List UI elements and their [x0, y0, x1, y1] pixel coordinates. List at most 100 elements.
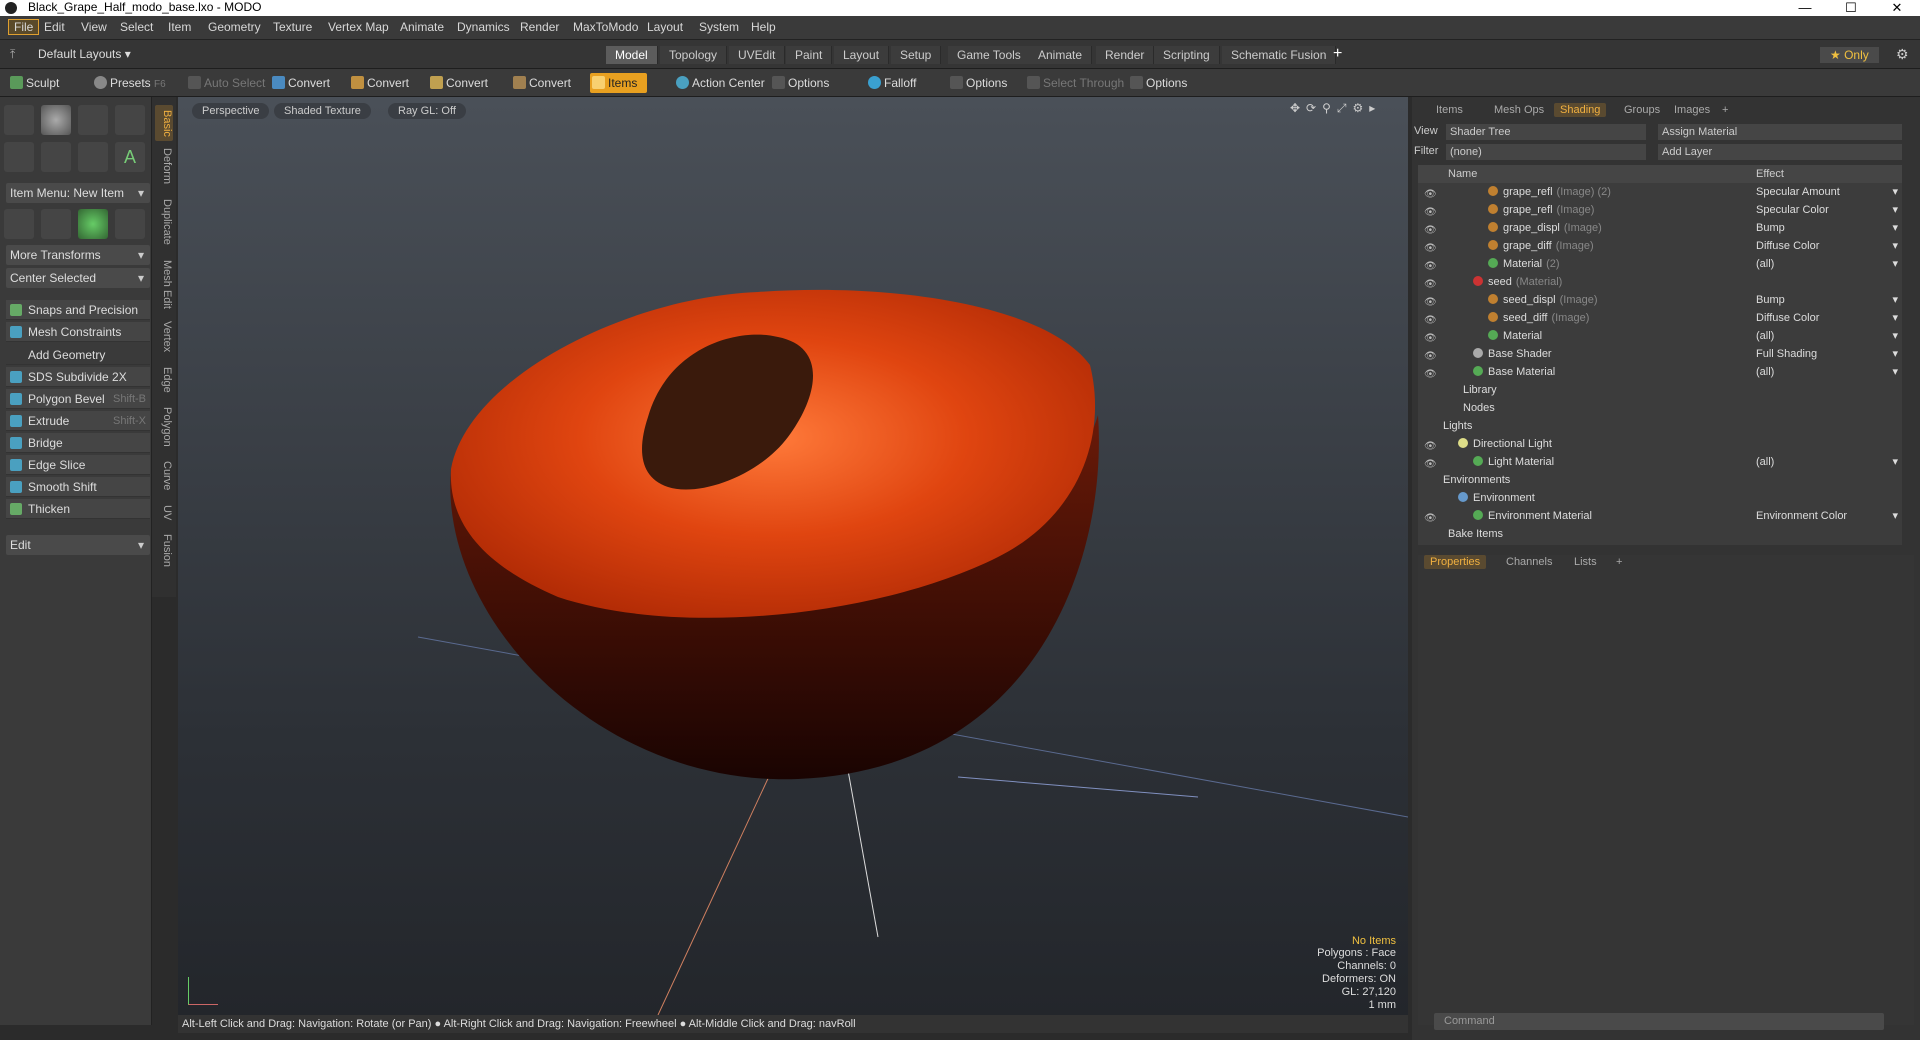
- vtab-uv[interactable]: UV: [155, 501, 173, 525]
- vtab-deform[interactable]: Deform: [155, 145, 173, 187]
- menu-render[interactable]: Render: [520, 20, 559, 34]
- gear-icon[interactable]: ⚙: [1896, 46, 1909, 63]
- command-input[interactable]: Command: [1434, 1013, 1884, 1030]
- tab-scripting[interactable]: Scripting: [1154, 46, 1220, 64]
- tool-extrude[interactable]: Extrude Shift-X: [6, 411, 150, 431]
- pen-icon[interactable]: [78, 142, 108, 172]
- assign-material-button[interactable]: Assign Material: [1658, 124, 1902, 140]
- visibility-eye-icon[interactable]: 👁: [1424, 456, 1437, 470]
- visibility-eye-icon[interactable]: 👁: [1424, 294, 1437, 308]
- tree-row-effect[interactable]: (all): [1754, 453, 1902, 471]
- visibility-eye-icon[interactable]: 👁: [1424, 276, 1437, 290]
- pyramid-icon[interactable]: [115, 209, 145, 239]
- 3d-viewport[interactable]: Perspective Shaded Texture Ray GL: Off ✥…: [178, 97, 1408, 1015]
- tab-items[interactable]: Items: [1430, 103, 1469, 117]
- vtab-vertex[interactable]: Vertex: [155, 317, 173, 357]
- tree-row[interactable]: Library: [1418, 381, 1902, 399]
- select-through-button[interactable]: Select Through: [1025, 73, 1124, 93]
- cylinder-icon[interactable]: [78, 105, 108, 135]
- mesh-constraints-button[interactable]: Mesh Constraints: [6, 322, 150, 342]
- tube-icon[interactable]: [41, 142, 71, 172]
- visibility-eye-icon[interactable]: 👁: [1424, 186, 1437, 200]
- visibility-eye-icon[interactable]: 👁: [1424, 312, 1437, 326]
- menu-layout[interactable]: Layout: [647, 20, 683, 34]
- tree-row[interactable]: 👁 grape_refl (Image) Specular Color: [1418, 201, 1902, 219]
- cone-icon[interactable]: [115, 105, 145, 135]
- visibility-eye-icon[interactable]: 👁: [1424, 330, 1437, 344]
- visibility-eye-icon[interactable]: 👁: [1424, 240, 1437, 254]
- minimize-button[interactable]: —: [1790, 0, 1820, 15]
- item-menu-dropdown[interactable]: Item Menu: New Item: [6, 183, 150, 203]
- center-selected-dropdown[interactable]: Center Selected: [6, 268, 150, 288]
- vtab-basic[interactable]: Basic: [155, 105, 173, 141]
- tab-images[interactable]: Images: [1668, 103, 1716, 117]
- tree-row-effect[interactable]: Environment Color: [1754, 507, 1902, 525]
- visibility-eye-icon[interactable]: 👁: [1424, 438, 1437, 452]
- menu-file[interactable]: File: [8, 19, 40, 35]
- options-button-1[interactable]: Options: [770, 73, 829, 93]
- filter-dropdown[interactable]: (none): [1446, 144, 1646, 160]
- layout-preset-dropdown[interactable]: Default Layouts ▾: [38, 47, 131, 61]
- menu-dynamics[interactable]: Dynamics: [457, 20, 510, 34]
- menu-maxtomodo[interactable]: MaxToModo: [573, 20, 638, 34]
- menu-help[interactable]: Help: [751, 20, 776, 34]
- tab-mesh-ops[interactable]: Mesh Ops: [1488, 103, 1550, 117]
- close-button[interactable]: ✕: [1882, 0, 1912, 15]
- tree-row[interactable]: Nodes: [1418, 399, 1902, 417]
- menu-system[interactable]: System: [699, 20, 739, 34]
- vtab-curve[interactable]: Curve: [155, 457, 173, 495]
- menu-animate[interactable]: Animate: [400, 20, 444, 34]
- convert-item-button[interactable]: Convert: [511, 73, 571, 93]
- tree-row[interactable]: 👁 grape_diff (Image) Diffuse Color: [1418, 237, 1902, 255]
- tree-row-effect[interactable]: Specular Color: [1754, 201, 1902, 219]
- tool-smooth-shift[interactable]: Smooth Shift: [6, 477, 150, 497]
- visibility-eye-icon[interactable]: 👁: [1424, 204, 1437, 218]
- tree-row[interactable]: Lights: [1418, 417, 1902, 435]
- cube-icon[interactable]: [4, 105, 34, 135]
- tool-bridge[interactable]: Bridge: [6, 433, 150, 453]
- tree-row[interactable]: 👁 Base Shader Full Shading: [1418, 345, 1902, 363]
- sphere-icon[interactable]: [41, 105, 71, 135]
- snaps-button[interactable]: Snaps and Precision: [6, 300, 150, 320]
- tree-row[interactable]: 👁 seed (Material): [1418, 273, 1902, 291]
- menu-item[interactable]: Item: [168, 20, 191, 34]
- tree-row-effect[interactable]: (all): [1754, 255, 1902, 273]
- menu-edit[interactable]: Edit: [44, 20, 65, 34]
- tree-row[interactable]: 👁 Material (2) (all): [1418, 255, 1902, 273]
- tree-row-effect[interactable]: Bump: [1754, 291, 1902, 309]
- menu-select[interactable]: Select: [120, 20, 153, 34]
- tab-lists[interactable]: Lists: [1568, 555, 1603, 569]
- tab-topology[interactable]: Topology: [660, 46, 728, 64]
- transform-icon[interactable]: [4, 209, 34, 239]
- tab-game-tools[interactable]: Game Tools: [948, 46, 1031, 64]
- only-button[interactable]: ★ Only: [1820, 47, 1879, 63]
- tab-model[interactable]: Model: [606, 46, 658, 64]
- tool-polygon-bevel[interactable]: Polygon Bevel Shift-B: [6, 389, 150, 409]
- tree-row[interactable]: 👁 Directional Light: [1418, 435, 1902, 453]
- menu-geometry[interactable]: Geometry: [208, 20, 261, 34]
- more-transforms-dropdown[interactable]: More Transforms: [6, 245, 150, 265]
- sculpt-button[interactable]: Sculpt: [8, 73, 59, 93]
- visibility-eye-icon[interactable]: 👁: [1424, 258, 1437, 272]
- convert-polygon-button[interactable]: Convert: [428, 73, 488, 93]
- auto-select-button[interactable]: Auto Select: [186, 73, 265, 93]
- falloff-button[interactable]: Falloff: [866, 73, 916, 93]
- edit-dropdown[interactable]: Edit: [6, 535, 150, 555]
- visibility-eye-icon[interactable]: 👁: [1424, 366, 1437, 380]
- tab-add-properties[interactable]: +: [1610, 555, 1628, 569]
- visibility-eye-icon[interactable]: 👁: [1424, 348, 1437, 362]
- add-geometry-header[interactable]: Add Geometry: [6, 345, 150, 365]
- tool-sds-subdivide[interactable]: SDS Subdivide 2X: [6, 367, 150, 387]
- vtab-mesh-edit[interactable]: Mesh Edit: [155, 257, 173, 311]
- text-icon[interactable]: A: [115, 142, 145, 172]
- visibility-eye-icon[interactable]: 👁: [1424, 510, 1437, 524]
- layout-arrow-icon[interactable]: ⤒: [10, 47, 15, 62]
- tree-row[interactable]: Environments: [1418, 471, 1902, 489]
- menu-view[interactable]: View: [81, 20, 107, 34]
- torus-icon[interactable]: [4, 142, 34, 172]
- menu-vertex-map[interactable]: Vertex Map: [328, 20, 389, 34]
- tree-row-effect[interactable]: (all): [1754, 363, 1902, 381]
- tree-row[interactable]: 👁 grape_displ (Image) Bump: [1418, 219, 1902, 237]
- vtab-edge[interactable]: Edge: [155, 363, 173, 397]
- tool-thicken[interactable]: Thicken: [6, 499, 150, 519]
